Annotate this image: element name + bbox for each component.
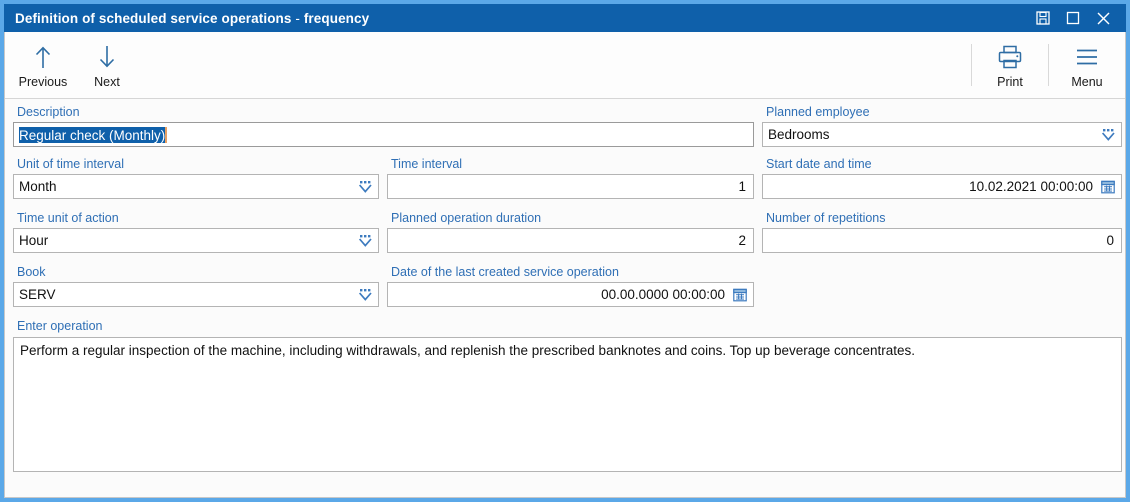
maximize-icon [1066, 11, 1080, 25]
field-planned-operation-duration: Planned operation duration 2 [387, 211, 754, 253]
field-unit-of-time-interval: Unit of time interval Month [13, 157, 379, 199]
date-of-last-created-service-operation-input[interactable]: 00.00.0000 00:00:00 [387, 282, 754, 307]
field-enter-operation: Enter operation [13, 319, 1122, 334]
field-number-of-repetitions: Number of repetitions 0 [762, 211, 1122, 253]
print-icon-wrap [996, 42, 1024, 72]
book-input[interactable]: SERV [13, 282, 379, 307]
previous-button[interactable]: Previous [11, 36, 75, 96]
lookup-chevron-icon [358, 180, 373, 194]
planned-operation-duration-value: 2 [738, 233, 753, 248]
description-input[interactable]: Regular check (Monthly) [13, 122, 754, 147]
unit-of-time-interval-value: Month [14, 179, 57, 194]
planned-operation-duration-label: Planned operation duration [387, 211, 754, 226]
next-icon-wrap [96, 42, 118, 72]
dropdown-icon[interactable] [357, 232, 373, 250]
calendar-icon-button[interactable] [1100, 179, 1116, 195]
window-title-main: Definition of scheduled service operatio… [15, 11, 292, 26]
time-interval-input[interactable]: 1 [387, 174, 754, 199]
field-book: Book SERV [13, 265, 379, 307]
field-description: Description Regular check (Monthly) [13, 105, 754, 147]
dropdown-icon[interactable] [357, 178, 373, 196]
field-time-unit-of-action: Time unit of action Hour [13, 211, 379, 253]
description-label: Description [13, 105, 754, 120]
form-area: Description Regular check (Monthly) Plan… [5, 99, 1125, 497]
save-button[interactable] [1028, 4, 1058, 32]
maximize-button[interactable] [1058, 4, 1088, 32]
save-icon [1036, 11, 1050, 25]
planned-employee-label: Planned employee [762, 105, 1122, 120]
date-of-last-created-service-operation-label: Date of the last created service operati… [387, 265, 754, 280]
previous-label: Previous [19, 75, 68, 89]
printer-icon [996, 44, 1024, 70]
enter-operation-textarea[interactable]: Perform a regular inspection of the mach… [13, 337, 1122, 472]
planned-employee-value: Bedrooms [763, 127, 830, 142]
next-button[interactable]: Next [75, 36, 139, 96]
number-of-repetitions-input[interactable]: 0 [762, 228, 1122, 253]
print-label: Print [997, 75, 1023, 89]
hamburger-menu-icon [1073, 44, 1101, 70]
lookup-chevron-icon [358, 234, 373, 248]
text-caret [165, 127, 167, 143]
field-planned-employee: Planned employee Bedrooms [762, 105, 1122, 147]
planned-employee-input[interactable]: Bedrooms [762, 122, 1122, 147]
planned-operation-duration-input[interactable]: 2 [387, 228, 754, 253]
date-of-last-created-service-operation-value: 00.00.0000 00:00:00 [601, 287, 729, 302]
title-bar: Definition of scheduled service operatio… [4, 4, 1126, 32]
application-window: Definition of scheduled service operatio… [0, 0, 1130, 502]
print-button[interactable]: Print [978, 36, 1042, 96]
description-value: Regular check (Monthly) [19, 127, 165, 143]
time-unit-of-action-input[interactable]: Hour [13, 228, 379, 253]
time-interval-label: Time interval [387, 157, 754, 172]
lookup-chevron-icon [358, 288, 373, 302]
number-of-repetitions-label: Number of repetitions [762, 211, 1122, 226]
window-body: Previous Next [4, 32, 1126, 498]
menu-icon-wrap [1073, 42, 1101, 72]
enter-operation-value: Perform a regular inspection of the mach… [20, 343, 915, 358]
start-date-and-time-label: Start date and time [762, 157, 1122, 172]
calendar-icon [733, 288, 747, 302]
time-unit-of-action-value: Hour [14, 233, 48, 248]
calendar-icon-button[interactable] [732, 287, 748, 303]
window-title-separator: - [292, 11, 304, 26]
unit-of-time-interval-label: Unit of time interval [13, 157, 379, 172]
next-label: Next [94, 75, 120, 89]
book-value: SERV [14, 287, 56, 302]
field-time-interval: Time interval 1 [387, 157, 754, 199]
toolbar-spacer [139, 36, 965, 96]
calendar-icon [1101, 180, 1115, 194]
toolbar-separator-2 [1048, 44, 1049, 86]
toolbar: Previous Next [5, 32, 1125, 99]
window-title: Definition of scheduled service operatio… [15, 11, 369, 26]
time-interval-value: 1 [738, 179, 753, 194]
enter-operation-label: Enter operation [13, 319, 1122, 334]
toolbar-separator-1 [971, 44, 972, 86]
unit-of-time-interval-input[interactable]: Month [13, 174, 379, 199]
menu-button[interactable]: Menu [1055, 36, 1119, 96]
number-of-repetitions-value: 0 [1106, 233, 1121, 248]
start-date-and-time-value: 10.02.2021 00:00:00 [969, 179, 1097, 194]
arrow-up-icon [32, 44, 54, 70]
close-button[interactable] [1088, 4, 1118, 32]
field-start-date-and-time: Start date and time 10.02.2021 00:00:00 [762, 157, 1122, 199]
previous-icon-wrap [32, 42, 54, 72]
window-controls [1028, 4, 1126, 32]
lookup-chevron-icon [1101, 128, 1116, 142]
dropdown-icon[interactable] [357, 286, 373, 304]
field-date-of-last-created-service-operation: Date of the last created service operati… [387, 265, 754, 307]
menu-label: Menu [1071, 75, 1102, 89]
dropdown-icon[interactable] [1100, 126, 1116, 144]
start-date-and-time-input[interactable]: 10.02.2021 00:00:00 [762, 174, 1122, 199]
arrow-down-icon [96, 44, 118, 70]
description-value-wrap: Regular check (Monthly) [14, 127, 167, 143]
book-label: Book [13, 265, 379, 280]
close-icon [1096, 11, 1111, 26]
time-unit-of-action-label: Time unit of action [13, 211, 379, 226]
window-title-suffix: frequency [304, 11, 369, 26]
